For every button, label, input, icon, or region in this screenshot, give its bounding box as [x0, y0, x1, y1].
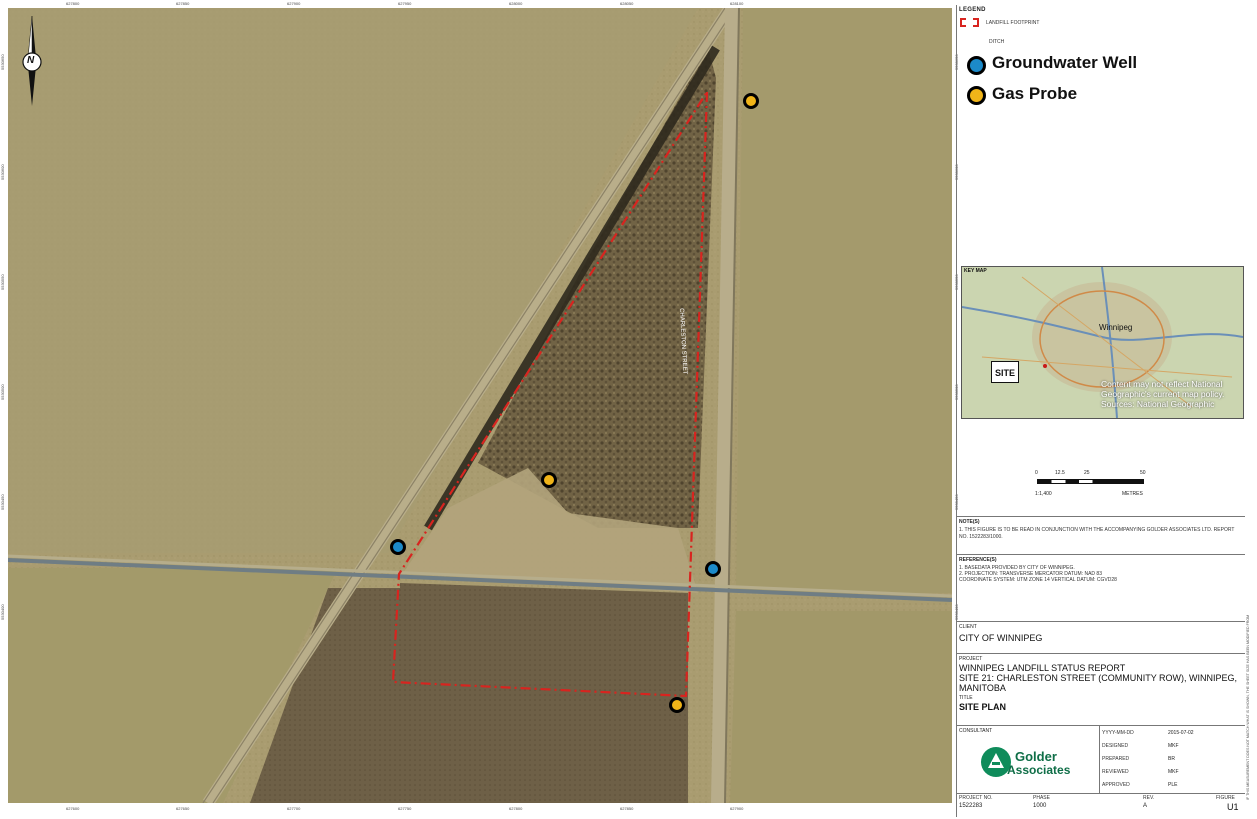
left-tick: 5530650 — [0, 54, 5, 70]
gas-probe-marker[interactable] — [541, 472, 557, 488]
bottom-tick: 627750 — [398, 806, 412, 811]
notes-text: 1. THIS FIGURE IS TO BE READ IN CONJUNCT… — [959, 527, 1235, 540]
rev-value: A — [1143, 803, 1148, 809]
left-tick: 5530550 — [0, 274, 5, 290]
scale-tick: 0 — [1035, 470, 1038, 476]
scale-ratio: 1:1,400 — [1035, 491, 1052, 497]
side-note: IF THIS MEASUREMENT DOES NOT MATCH WHAT … — [1246, 420, 1254, 800]
reviewed-label: REVIEWED — [1102, 769, 1129, 775]
key-map-label: KEY MAP — [964, 268, 987, 274]
aerial-imagery — [8, 8, 952, 803]
top-tick: 627950 — [398, 1, 412, 6]
legend-groundwater-label: Groundwater Well — [992, 53, 1138, 72]
key-map-site-label: SITE — [995, 368, 1016, 378]
scale-tick: 25 — [1084, 470, 1090, 476]
bottom-tick: 627650 — [176, 806, 190, 811]
bottom-tick: 627700 — [287, 806, 301, 811]
legend-footprint-label: LANDFILL FOOTPRINT — [986, 20, 1040, 26]
project-line3: MANITOBA — [959, 683, 1006, 693]
aerial-map[interactable]: CHARLESTON STREET N — [8, 8, 952, 803]
consultant-label: CONSULTANT — [959, 728, 993, 734]
phase-value: 1000 — [1033, 803, 1047, 809]
key-map-site-callout: SITE — [991, 361, 1020, 383]
divider — [957, 554, 1245, 555]
rev-label: REV. — [1143, 795, 1155, 801]
project-label: PROJECT — [959, 656, 983, 662]
approved-label: APPROVED — [1102, 782, 1130, 788]
references-title: REFERENCE(S) — [959, 557, 997, 563]
bottom-tick: 627600 — [66, 806, 80, 811]
top-tick: 627900 — [287, 1, 301, 6]
notes-title: NOTE(S) — [959, 519, 980, 525]
north-arrow-icon: N — [16, 14, 48, 106]
golder-logo: Golder Associates — [979, 745, 1079, 781]
groundwater-well-marker[interactable] — [705, 561, 721, 577]
left-tick: 5530450 — [0, 494, 5, 510]
top-tick: 627800 — [66, 1, 80, 6]
groundwater-well-legend-icon — [967, 56, 986, 75]
top-tick: 628050 — [620, 1, 634, 6]
gas-probe-marker[interactable] — [669, 697, 685, 713]
prepared-value: BR — [1168, 756, 1175, 762]
key-map[interactable]: KEY MAP Winnipeg SITE Content may not re… — [961, 266, 1244, 419]
golder-logo-text-2: Associates — [1007, 763, 1071, 777]
title-label: TITLE — [959, 695, 973, 701]
consultant-table-border — [1099, 725, 1100, 793]
divider — [957, 621, 1245, 622]
figure-value: U1 — [1227, 802, 1239, 812]
designed-label: DESIGNED — [1102, 743, 1129, 749]
bottom-tick: 627850 — [620, 806, 634, 811]
prepared-label: PREPARED — [1102, 756, 1130, 762]
key-map-disclaimer: Content may not reflect National Geograp… — [1101, 379, 1225, 409]
left-tick: 5530500 — [0, 384, 5, 400]
title-block-panel: LEGEND LANDFILL FOOTPRINT DITCH Groundwa… — [956, 5, 1245, 817]
top-tick: 628100 — [730, 1, 744, 6]
bottom-tick: 627900 — [730, 806, 744, 811]
approved-value: PLE — [1168, 782, 1178, 788]
phase-label: PHASE — [1033, 795, 1050, 801]
scale-tick: 50 — [1140, 470, 1146, 476]
side-note-text: IF THIS MEASUREMENT DOES NOT MATCH WHAT … — [1246, 614, 1250, 800]
project-line2: SITE 21: CHARLESTON STREET (COMMUNITY RO… — [959, 673, 1238, 683]
reviewed-value: MKF — [1168, 769, 1179, 775]
project-no-value: 1522283 — [959, 803, 983, 809]
scale-units: METRES — [1122, 491, 1143, 497]
client-label: CLIENT — [959, 624, 977, 630]
golder-logo-text-1: Golder — [1015, 749, 1057, 764]
drawing-title: SITE PLAN — [959, 702, 1007, 712]
legend-title: LEGEND — [959, 7, 986, 13]
left-tick: 5530400 — [0, 604, 5, 620]
divider — [957, 653, 1245, 654]
gas-probe-marker[interactable] — [743, 93, 759, 109]
date-label: YYYY-MM-DD — [1102, 730, 1134, 736]
divider — [957, 793, 1245, 794]
client-name: CITY OF WINNIPEG — [959, 633, 1043, 643]
top-tick: 627850 — [176, 1, 190, 6]
north-label: N — [27, 55, 35, 66]
figure-label: FIGURE — [1216, 795, 1235, 801]
divider — [957, 516, 1245, 517]
groundwater-well-marker[interactable] — [390, 539, 406, 555]
gas-probe-legend-icon — [967, 86, 986, 105]
scale-tick: 12.5 — [1055, 470, 1065, 476]
scale-bar — [1037, 479, 1144, 484]
designed-value: MKF — [1168, 743, 1179, 749]
footprint-swatch-icon — [960, 18, 979, 27]
left-tick: 5530600 — [0, 164, 5, 180]
bottom-tick: 627800 — [509, 806, 523, 811]
legend-ditch-label: DITCH — [989, 39, 1005, 45]
date-value: 2015-07-02 — [1168, 730, 1194, 736]
top-tick: 628000 — [509, 1, 523, 6]
key-map-city: Winnipeg — [1099, 323, 1133, 332]
project-no-label: PROJECT NO. — [959, 795, 993, 801]
legend-gas-probe-label: Gas Probe — [992, 84, 1078, 103]
references-line3: COORDINATE SYSTEM: UTM ZONE 14 VERTICAL … — [959, 577, 1117, 583]
divider — [957, 725, 1245, 726]
project-line1: WINNIPEG LANDFILL STATUS REPORT — [959, 663, 1126, 673]
map-figure: CHARLESTON STREET N 627800 627850 627900… — [0, 0, 1257, 819]
